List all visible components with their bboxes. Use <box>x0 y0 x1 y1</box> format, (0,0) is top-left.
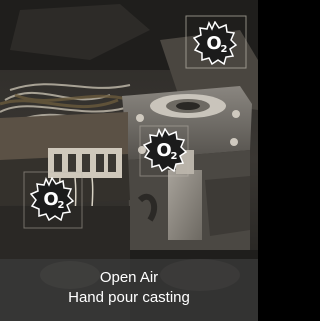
o2-badge-center: O 2 <box>143 128 187 172</box>
o2-symbol: O <box>156 140 171 161</box>
caption-line-2: Hand pour casting <box>68 289 190 306</box>
o2-subscript: 2 <box>221 44 228 55</box>
o2-symbol: O <box>43 189 58 210</box>
photo-frame: O 2 O 2 O 2 Open Air Hand pour casting <box>0 0 258 321</box>
o2-badge-top-right: O 2 <box>193 21 237 65</box>
o2-subscript: 2 <box>58 200 65 211</box>
o2-symbol: O <box>206 33 221 54</box>
caption-line-1: Open Air <box>99 269 159 286</box>
o2-badge-left: O 2 <box>30 177 74 221</box>
caption-bar: Open Air Hand pour casting <box>0 259 258 321</box>
o2-subscript: 2 <box>171 151 178 162</box>
